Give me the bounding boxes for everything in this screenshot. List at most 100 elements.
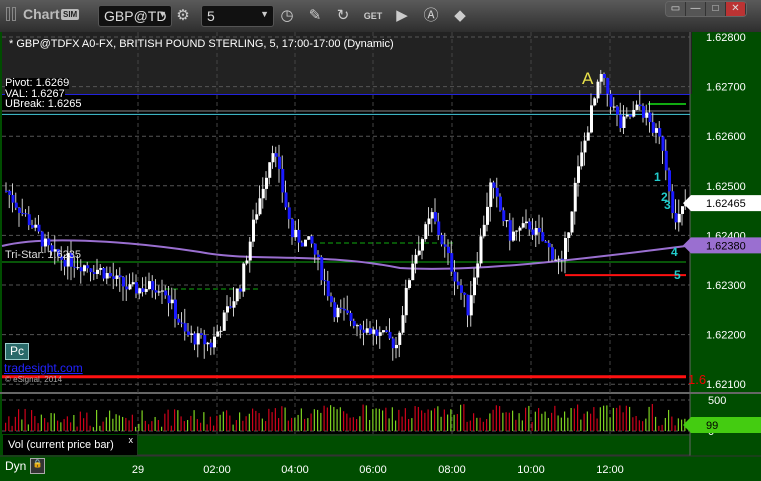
count-label: 3 bbox=[664, 198, 671, 212]
volume-bar bbox=[115, 414, 117, 431]
volume-bar bbox=[125, 417, 127, 431]
candle bbox=[479, 236, 483, 264]
candle bbox=[421, 239, 424, 251]
candle bbox=[213, 336, 216, 348]
candle bbox=[447, 246, 450, 254]
restore-icon[interactable]: ▭ bbox=[666, 2, 686, 16]
volume-bar bbox=[551, 412, 553, 431]
candle bbox=[248, 241, 252, 261]
candle bbox=[300, 242, 304, 247]
candle bbox=[31, 225, 34, 228]
time-tick: 02:00 bbox=[203, 464, 231, 476]
price-tick: 1.62600 bbox=[706, 131, 746, 143]
link-icon[interactable]: ◆ bbox=[450, 6, 470, 26]
candle bbox=[460, 285, 463, 293]
pencil-icon[interactable]: ✎ bbox=[305, 6, 325, 26]
volume-bar bbox=[196, 419, 198, 431]
volume-bar bbox=[148, 424, 150, 431]
candle bbox=[131, 282, 135, 285]
volume-bar bbox=[336, 409, 338, 431]
volume-bar bbox=[193, 410, 195, 431]
interval-select[interactable]: 5 ▼ bbox=[201, 5, 274, 27]
candle bbox=[499, 196, 502, 211]
candle bbox=[661, 136, 665, 151]
volume-bar bbox=[76, 426, 78, 431]
candle bbox=[586, 132, 590, 141]
volume-bar bbox=[339, 407, 341, 431]
symbol-select[interactable]: GBP@TD ▼ bbox=[98, 5, 172, 27]
volume-bar bbox=[560, 417, 562, 431]
candle bbox=[391, 338, 395, 349]
get-icon[interactable]: GET bbox=[363, 6, 383, 26]
candle bbox=[307, 236, 311, 240]
pc-button[interactable]: Pc bbox=[5, 343, 29, 360]
study-icon[interactable]: ↻ bbox=[333, 6, 353, 26]
candle bbox=[320, 257, 324, 281]
candle bbox=[8, 190, 12, 196]
close-icon[interactable]: ✕ bbox=[726, 2, 746, 16]
price-chart[interactable]: 1.628001.627001.626001.625001.624001.623… bbox=[0, 32, 761, 481]
volume-bar bbox=[141, 410, 143, 431]
volume-bar bbox=[118, 415, 120, 431]
candle bbox=[518, 227, 522, 231]
interval-value: 5 bbox=[207, 8, 215, 24]
candle bbox=[86, 265, 90, 269]
candle bbox=[492, 182, 496, 188]
candle bbox=[135, 282, 138, 294]
window-controls: ▭ — □ ✕ bbox=[665, 1, 747, 17]
candle bbox=[209, 342, 213, 348]
volume-bar bbox=[252, 408, 254, 431]
brand-link[interactable]: tradesight.com bbox=[4, 361, 83, 375]
grip-icon[interactable] bbox=[6, 7, 10, 21]
volume-bar bbox=[502, 412, 504, 431]
maximize-icon[interactable]: □ bbox=[706, 2, 726, 16]
volume-bar bbox=[440, 416, 442, 431]
grip-icon[interactable] bbox=[12, 7, 16, 21]
volume-bar bbox=[287, 420, 289, 431]
minimize-icon[interactable]: — bbox=[686, 2, 706, 16]
volume-bar bbox=[408, 418, 410, 431]
candle bbox=[356, 325, 359, 327]
title-bar: Chart SIM GBP@TD ▼ ⚙ 5 ▼ ◷ ✎ ↻ GET ▶ Ⓐ ◆ ▭… bbox=[0, 0, 761, 32]
candle bbox=[453, 271, 457, 282]
candle bbox=[645, 112, 649, 118]
volume-current-tag bbox=[683, 417, 761, 433]
volume-tick: 500 bbox=[708, 395, 726, 407]
gear-icon[interactable]: ⚙ bbox=[173, 6, 193, 26]
volume-bar bbox=[102, 421, 104, 431]
close-icon[interactable]: x bbox=[129, 435, 134, 445]
volume-bar bbox=[174, 409, 176, 431]
volume-bar bbox=[313, 409, 315, 431]
volume-bar bbox=[239, 412, 241, 431]
candle bbox=[473, 277, 476, 296]
candle bbox=[580, 152, 584, 167]
candle bbox=[183, 323, 187, 332]
price-tick: 1.62300 bbox=[706, 280, 746, 292]
count-label: 5 bbox=[674, 268, 681, 282]
volume-bar bbox=[417, 406, 419, 431]
candle bbox=[515, 230, 519, 232]
play-icon[interactable]: ▶ bbox=[392, 6, 412, 26]
candle bbox=[118, 275, 122, 278]
volume-bar bbox=[671, 416, 673, 431]
candle bbox=[14, 202, 18, 208]
volume-bar bbox=[453, 414, 455, 431]
volume-bar bbox=[157, 420, 159, 431]
candle bbox=[268, 162, 272, 178]
volume-bar bbox=[203, 412, 205, 431]
clock-icon[interactable]: ◷ bbox=[277, 6, 297, 26]
candle bbox=[476, 263, 480, 278]
candle bbox=[44, 238, 47, 247]
volume-bar bbox=[92, 427, 94, 431]
candle bbox=[239, 288, 242, 292]
volume-bar bbox=[44, 418, 46, 431]
volume-bar bbox=[343, 411, 345, 431]
candle bbox=[343, 308, 346, 311]
lock-icon[interactable]: 🔒 bbox=[30, 458, 45, 474]
candle bbox=[151, 281, 155, 291]
candle bbox=[271, 153, 275, 163]
alert-icon[interactable]: Ⓐ bbox=[421, 6, 441, 26]
candle bbox=[362, 329, 366, 333]
volume-bar bbox=[609, 417, 611, 431]
volume-bar bbox=[200, 422, 202, 431]
